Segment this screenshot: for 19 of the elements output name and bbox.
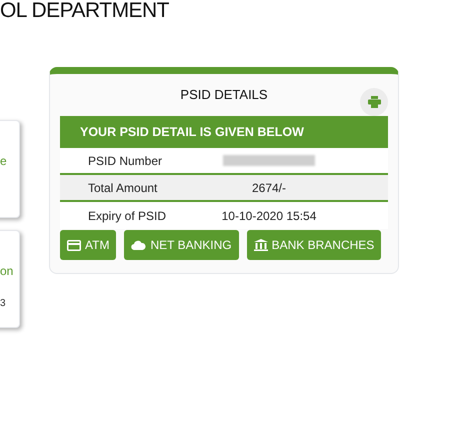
- row-label: Total Amount: [87, 180, 158, 196]
- row-label: Expiry of PSID: [87, 208, 168, 224]
- card-text: 3: [0, 297, 6, 311]
- cloud-icon: [131, 240, 146, 250]
- page-title: OL DEPARTMENT: [0, 0, 169, 24]
- card-text: on: [0, 263, 14, 280]
- bank-icon: [254, 239, 268, 251]
- info-banner: YOUR PSID DETAIL IS GIVEN BELOW: [60, 116, 388, 148]
- row-value: 10-10-2020 15:54: [222, 208, 316, 224]
- print-icon: [368, 96, 380, 108]
- card-text: e: [0, 153, 7, 170]
- credit-card-icon: [67, 240, 81, 250]
- payment-option-button[interactable]: NET BANKING: [124, 230, 239, 260]
- row-value: 2674/-: [252, 180, 286, 196]
- print-button[interactable]: [360, 88, 388, 116]
- payment-option-button[interactable]: BANK BRANCHES: [246, 230, 382, 260]
- row-label: PSID Number: [87, 152, 164, 170]
- payment-option-button[interactable]: ATM: [60, 230, 116, 260]
- card-title: PSID DETAILS: [180, 86, 268, 104]
